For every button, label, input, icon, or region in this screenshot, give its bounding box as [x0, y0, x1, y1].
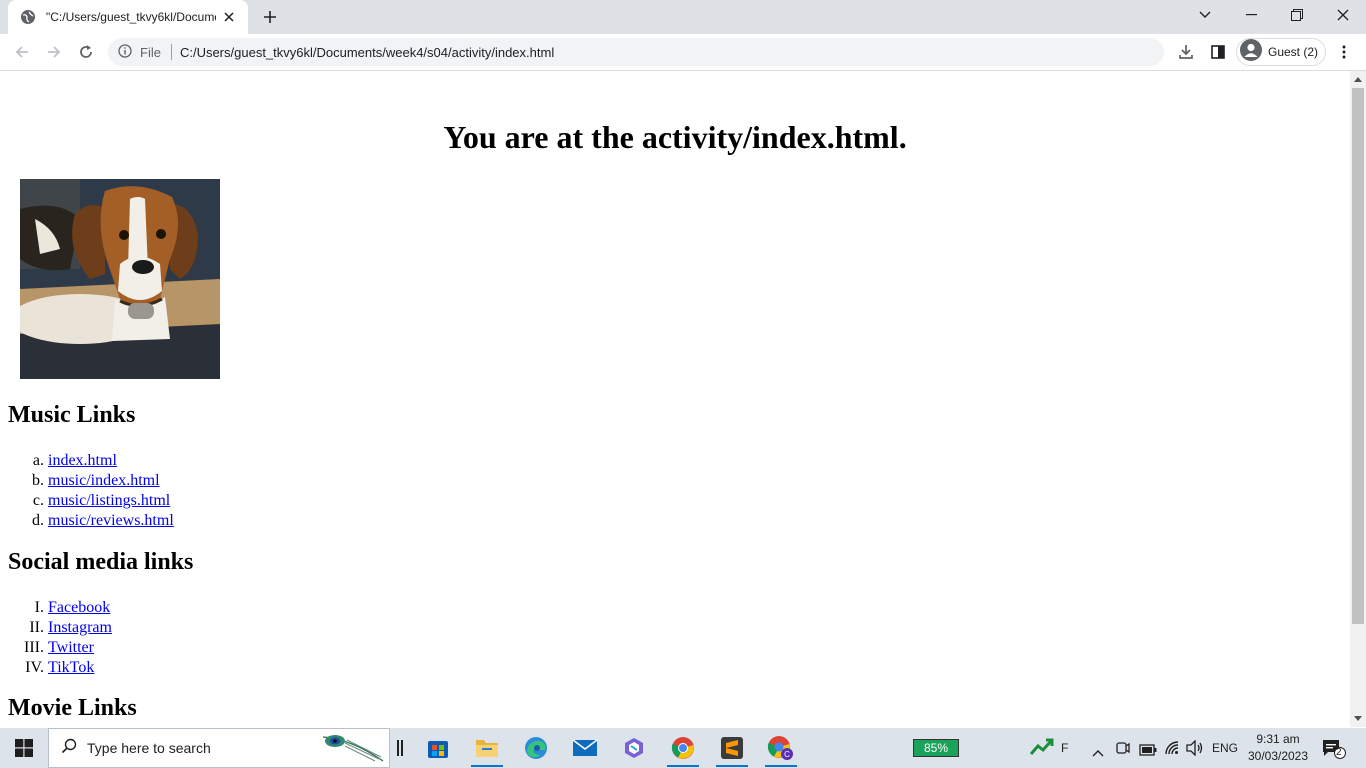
microsoft-store-icon[interactable]: [416, 728, 460, 768]
tab-title: "C:/Users/guest_tkvy6kl/Docume: [46, 10, 216, 24]
scroll-up-arrow-icon[interactable]: [1354, 76, 1362, 82]
movie-links-heading: Movie Links: [8, 695, 137, 721]
sublime-text-icon[interactable]: [710, 728, 754, 768]
active-app-indicator: [667, 765, 699, 767]
meet-now-icon[interactable]: [1116, 740, 1130, 760]
more-menu-icon[interactable]: [1330, 38, 1358, 66]
address-bar[interactable]: File C:/Users/guest_tkvy6kl/Documents/we…: [108, 38, 1164, 66]
music-links-list: index.html music/index.html music/listings…: [8, 451, 174, 531]
scroll-down-arrow-icon[interactable]: [1354, 716, 1362, 722]
file-explorer-icon[interactable]: [465, 728, 509, 768]
music-list-item-link[interactable]: music/listings.html: [48, 492, 170, 509]
tray-letter[interactable]: F: [1061, 741, 1068, 755]
search-icon: [61, 738, 77, 758]
vertical-scrollbar[interactable]: [1350, 71, 1366, 727]
notification-count: 2: [1336, 747, 1342, 758]
profile-button[interactable]: Guest (2): [1236, 38, 1326, 66]
browser-tab-active[interactable]: "C:/Users/guest_tkvy6kl/Docume: [8, 0, 248, 34]
info-icon[interactable]: [118, 43, 132, 62]
input-language[interactable]: ENG: [1212, 741, 1238, 755]
svg-text:C: C: [784, 750, 790, 759]
url-text[interactable]: C:/Users/guest_tkvy6kl/Documents/week4/s…: [180, 45, 554, 60]
notification-center-icon[interactable]: [1322, 739, 1346, 763]
reload-button[interactable]: [72, 38, 100, 66]
wifi-icon[interactable]: [1164, 740, 1180, 760]
mail-icon[interactable]: [563, 728, 607, 768]
active-app-indicator: [716, 765, 748, 767]
music-list-item-link[interactable]: music/index.html: [48, 472, 160, 489]
edge-browser-icon[interactable]: [514, 728, 558, 768]
minimize-button[interactable]: [1228, 0, 1274, 30]
social-media-links-list: Facebook Instagram Twitter TikTok: [8, 598, 112, 678]
social-list-item: Twitter: [48, 638, 112, 658]
music-list-item: music/index.html: [48, 471, 174, 491]
profile-name: Guest (2): [1268, 45, 1319, 59]
tab-strip: "C:/Users/guest_tkvy6kl/Docume: [0, 0, 1366, 34]
download-icon[interactable]: [1172, 38, 1200, 66]
active-app-indicator: [765, 765, 797, 767]
side-panel-icon[interactable]: [1204, 38, 1232, 66]
music-list-item: music/listings.html: [48, 491, 174, 511]
clock-date: 30/03/2023: [1247, 749, 1309, 763]
music-list-item-link[interactable]: music/reviews.html: [48, 512, 174, 529]
social-list-item: Instagram: [48, 618, 112, 638]
close-window-button[interactable]: [1320, 0, 1366, 30]
clock-time: 9:31 am: [1256, 732, 1300, 746]
social-list-item-link[interactable]: TikTok: [48, 659, 94, 676]
windows-taskbar: Type here to search C 85% F ENG 9:31 am …: [0, 728, 1366, 768]
search-placeholder: Type here to search: [87, 740, 211, 756]
page-heading: You are at the activity/index.html.: [443, 119, 907, 155]
close-tab-icon[interactable]: [220, 8, 238, 26]
forward-button[interactable]: [40, 38, 68, 66]
omnibox-divider: [170, 44, 172, 60]
page-viewport: You are at the activity/index.html. Musi…: [0, 71, 1350, 727]
show-hidden-icons-chevron-up-icon[interactable]: [1092, 742, 1104, 761]
new-tab-button[interactable]: [256, 5, 284, 29]
social-list-item: TikTok: [48, 658, 112, 678]
battery-percent-widget[interactable]: 85%: [913, 739, 959, 757]
stock-chart-widget-icon[interactable]: [1029, 738, 1054, 760]
start-button[interactable]: [0, 728, 48, 768]
browser-toolbar: File C:/Users/guest_tkvy6kl/Documents/we…: [0, 34, 1366, 71]
windows-logo-icon: [15, 739, 33, 757]
music-list-item: music/reviews.html: [48, 511, 174, 531]
guest-avatar-icon: [1240, 39, 1262, 65]
beagle-dog-image: [20, 179, 220, 379]
chrome-icon[interactable]: [661, 728, 705, 768]
music-list-item-link[interactable]: index.html: [48, 452, 117, 469]
social-list-item-link[interactable]: Instagram: [48, 619, 112, 636]
url-scheme-label: File: [140, 44, 161, 60]
social-list-item: Facebook: [48, 598, 112, 618]
music-list-item: index.html: [48, 451, 174, 471]
tab-search-chevron-down-icon[interactable]: [1182, 0, 1228, 30]
scrollbar-thumb[interactable]: [1352, 88, 1364, 624]
microsoft-365-icon[interactable]: [612, 728, 656, 768]
speaker-volume-icon[interactable]: [1186, 739, 1204, 760]
social-list-item-link[interactable]: Facebook: [48, 599, 110, 616]
music-links-heading: Music Links: [8, 402, 136, 428]
peacock-feather-icon: [321, 731, 385, 768]
globe-icon: [20, 9, 36, 25]
task-view-icon[interactable]: [390, 728, 410, 768]
restore-button[interactable]: [1274, 0, 1320, 30]
social-media-links-heading: Social media links: [8, 549, 194, 575]
social-list-item-link[interactable]: Twitter: [48, 639, 94, 656]
chrome-guest-profile-icon[interactable]: C: [759, 728, 803, 768]
taskbar-search-box[interactable]: Type here to search: [48, 728, 390, 768]
battery-icon[interactable]: [1139, 741, 1157, 760]
system-clock[interactable]: 9:31 am 30/03/2023: [1244, 731, 1312, 765]
back-button[interactable]: [8, 38, 36, 66]
active-app-indicator: [471, 765, 503, 767]
